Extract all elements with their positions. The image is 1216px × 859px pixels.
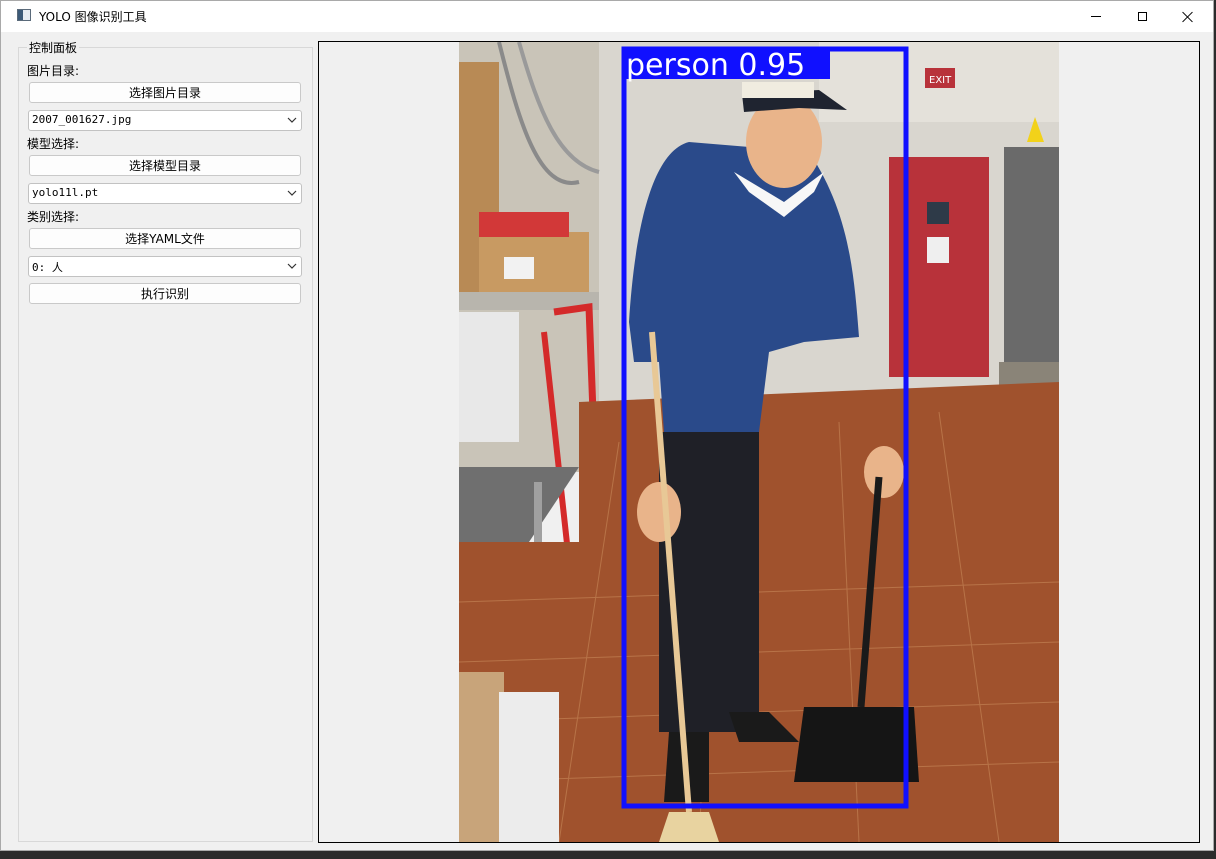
select-image-dir-button[interactable]: 选择图片目录 — [29, 82, 301, 103]
image-file-value: 2007_001627.jpg — [32, 113, 132, 126]
detection-image: EXIT person 0.95 — [459, 42, 1059, 842]
minimize-button[interactable] — [1073, 1, 1119, 32]
select-yaml-button[interactable]: 选择YAML文件 — [29, 228, 301, 249]
maximize-icon — [1137, 12, 1147, 21]
app-window: YOLO 图像识别工具 控制面板 图片目录: 选择图片目录 2007_00162… — [0, 0, 1214, 851]
control-panel-title: 控制面板 — [27, 39, 80, 56]
select-model-dir-button[interactable]: 选择模型目录 — [29, 155, 301, 176]
model-select[interactable]: yolo11l.pt — [28, 183, 302, 204]
app-icon — [17, 9, 31, 21]
maximize-button[interactable] — [1119, 1, 1165, 32]
image-file-select[interactable]: 2007_001627.jpg — [28, 110, 302, 131]
class-select[interactable]: 0: 人 — [28, 256, 302, 277]
close-icon — [1182, 11, 1194, 23]
model-label: 模型选择: — [27, 137, 80, 151]
close-button[interactable] — [1165, 1, 1211, 32]
detection-label: person 0.95 — [626, 48, 805, 83]
exit-sign-text: EXIT — [929, 75, 952, 86]
image-display: EXIT person 0.95 — [318, 41, 1200, 843]
class-value: 0: 人 — [32, 261, 63, 274]
title-bar[interactable]: YOLO 图像识别工具 — [1, 1, 1213, 32]
class-label: 类别选择: — [27, 210, 80, 224]
window-title: YOLO 图像识别工具 — [39, 10, 147, 24]
chevron-down-icon — [287, 263, 297, 269]
chevron-down-icon — [287, 190, 297, 196]
chevron-down-icon — [287, 117, 297, 123]
model-value: yolo11l.pt — [32, 186, 99, 199]
minimize-icon — [1091, 16, 1101, 17]
image-dir-label: 图片目录: — [27, 64, 80, 78]
run-detection-button[interactable]: 执行识别 — [29, 283, 301, 304]
